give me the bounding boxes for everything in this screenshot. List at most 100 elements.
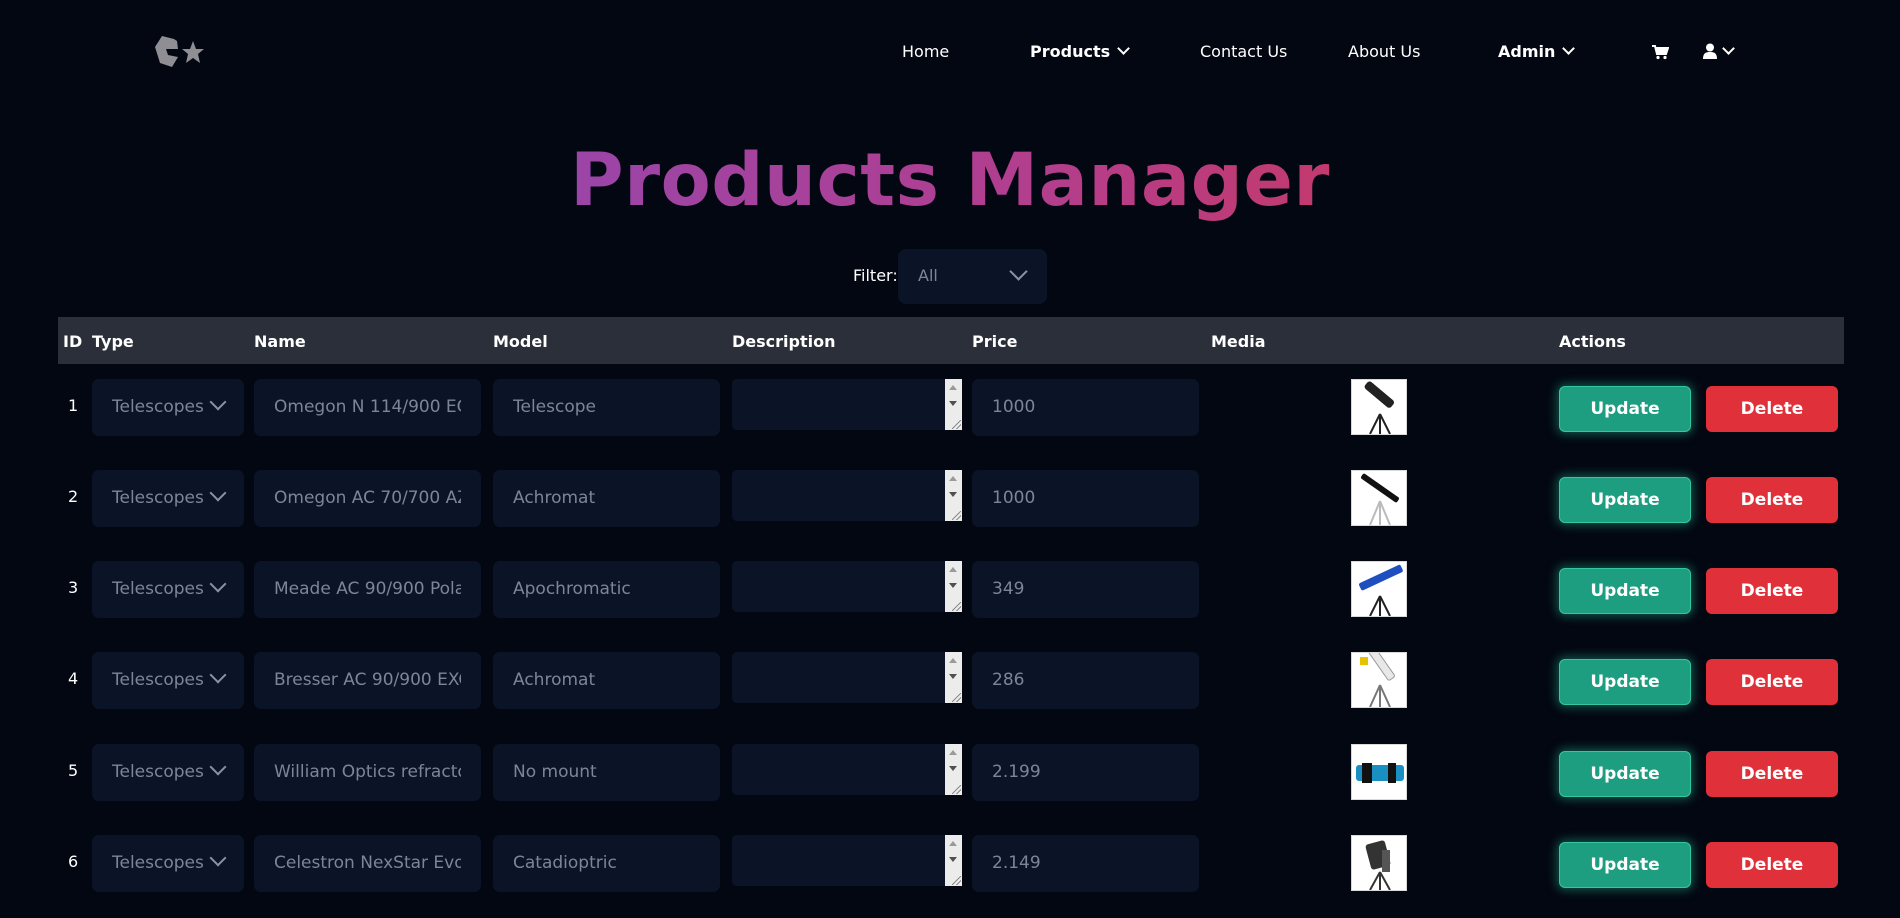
scroll-down-icon[interactable]: [949, 674, 957, 679]
site-header: Home Products Contact Us About Us Admin: [0, 0, 1900, 105]
cart-icon: [1652, 45, 1669, 60]
description-scrollbar[interactable]: [945, 652, 962, 703]
chevron-down-icon: [1117, 42, 1130, 55]
nav-products[interactable]: Products: [1030, 42, 1130, 61]
nav-about-us[interactable]: About Us: [1348, 42, 1420, 61]
type-value: Telescopes: [112, 853, 204, 873]
logo[interactable]: [152, 33, 206, 69]
update-button[interactable]: Update: [1559, 751, 1691, 797]
description-textarea[interactable]: [732, 561, 962, 612]
name-input[interactable]: Bresser AC 90/900 EXOS: [254, 652, 481, 709]
description-scrollbar[interactable]: [945, 561, 962, 612]
name-input[interactable]: William Optics refractor: [254, 744, 481, 801]
nav-contact-us[interactable]: Contact Us: [1200, 42, 1287, 61]
type-value: Telescopes: [112, 670, 204, 690]
price-input[interactable]: 349: [972, 561, 1199, 618]
scroll-up-icon[interactable]: [949, 385, 957, 390]
price-input[interactable]: 2.149: [972, 835, 1199, 892]
scroll-up-icon[interactable]: [949, 750, 957, 755]
scroll-down-icon[interactable]: [949, 766, 957, 771]
type-select[interactable]: Telescopes: [92, 652, 244, 709]
name-input[interactable]: Omegon AC 70/700 AZ-2: [254, 470, 481, 527]
price-input[interactable]: 1000: [972, 470, 1199, 527]
type-select[interactable]: Telescopes: [92, 470, 244, 527]
update-button[interactable]: Update: [1559, 568, 1691, 614]
type-select[interactable]: Telescopes: [92, 744, 244, 801]
description-scrollbar[interactable]: [945, 379, 962, 430]
scroll-down-icon[interactable]: [949, 492, 957, 497]
name-value: Omegon N 114/900 EQ-1: [274, 397, 461, 417]
row-id: 5: [68, 761, 79, 780]
price-input[interactable]: 286: [972, 652, 1199, 709]
delete-button[interactable]: Delete: [1706, 386, 1838, 432]
description-scrollbar[interactable]: [945, 470, 962, 521]
description-scrollbar[interactable]: [945, 744, 962, 795]
user-icon: [1703, 43, 1717, 59]
user-menu-button[interactable]: [1703, 41, 1735, 59]
scroll-up-icon[interactable]: [949, 841, 957, 846]
price-input[interactable]: 2.199: [972, 744, 1199, 801]
table-row: 3 Telescopes Meade AC 90/900 Polaris Apo…: [58, 545, 1844, 636]
delete-button[interactable]: Delete: [1706, 568, 1838, 614]
scroll-up-icon[interactable]: [949, 476, 957, 481]
nav-admin[interactable]: Admin: [1498, 42, 1576, 61]
resize-handle-icon[interactable]: [952, 511, 961, 520]
model-input[interactable]: Telescope: [493, 379, 720, 436]
cart-button[interactable]: [1651, 44, 1669, 60]
name-value: William Optics refractor: [274, 762, 461, 782]
model-input[interactable]: Apochromatic: [493, 561, 720, 618]
resize-handle-icon[interactable]: [952, 785, 961, 794]
model-input[interactable]: Catadioptric: [493, 835, 720, 892]
page-title-text: Products Manager: [570, 138, 1330, 223]
nav-home[interactable]: Home: [902, 42, 949, 61]
type-select[interactable]: Telescopes: [92, 379, 244, 436]
name-input[interactable]: Celestron NexStar Evolution: [254, 835, 481, 892]
type-select[interactable]: Telescopes: [92, 835, 244, 892]
name-input[interactable]: Omegon N 114/900 EQ-1: [254, 379, 481, 436]
product-image: [1351, 561, 1407, 617]
model-input[interactable]: No mount: [493, 744, 720, 801]
column-header-actions: Actions: [1559, 332, 1626, 351]
resize-handle-icon[interactable]: [952, 693, 961, 702]
table-row: 2 Telescopes Omegon AC 70/700 AZ-2 Achro…: [58, 454, 1844, 545]
description-scrollbar[interactable]: [945, 835, 962, 886]
scroll-up-icon[interactable]: [949, 658, 957, 663]
delete-button[interactable]: Delete: [1706, 477, 1838, 523]
update-button[interactable]: Update: [1559, 659, 1691, 705]
row-id: 6: [68, 852, 79, 871]
nav-products-label: Products: [1030, 42, 1111, 61]
table-row: 4 Telescopes Bresser AC 90/900 EXOS Achr…: [58, 636, 1844, 727]
resize-handle-icon[interactable]: [952, 602, 961, 611]
resize-handle-icon[interactable]: [952, 876, 961, 885]
row-id: 2: [68, 487, 79, 506]
column-header-media: Media: [1211, 332, 1266, 351]
resize-handle-icon[interactable]: [952, 420, 961, 429]
filter-select[interactable]: All: [898, 249, 1047, 304]
update-button[interactable]: Update: [1559, 842, 1691, 888]
description-textarea[interactable]: [732, 379, 962, 430]
delete-button[interactable]: Delete: [1706, 842, 1838, 888]
product-image: [1351, 744, 1407, 800]
filter-value: All: [918, 266, 938, 285]
delete-button[interactable]: Delete: [1706, 751, 1838, 797]
scroll-down-icon[interactable]: [949, 583, 957, 588]
type-select[interactable]: Telescopes: [92, 561, 244, 618]
model-input[interactable]: Achromat: [493, 652, 720, 709]
price-value: 2.149: [992, 853, 1041, 873]
name-input[interactable]: Meade AC 90/900 Polaris: [254, 561, 481, 618]
delete-button[interactable]: Delete: [1706, 659, 1838, 705]
description-textarea[interactable]: [732, 652, 962, 703]
type-value: Telescopes: [112, 488, 204, 508]
description-textarea[interactable]: [732, 744, 962, 795]
model-input[interactable]: Achromat: [493, 470, 720, 527]
table-header: ID Type Name Model Description Price Med…: [58, 317, 1844, 364]
description-textarea[interactable]: [732, 470, 962, 521]
update-button[interactable]: Update: [1559, 477, 1691, 523]
price-input[interactable]: 1000: [972, 379, 1199, 436]
scroll-down-icon[interactable]: [949, 401, 957, 406]
scroll-down-icon[interactable]: [949, 857, 957, 862]
model-value: Catadioptric: [513, 853, 617, 873]
description-textarea[interactable]: [732, 835, 962, 886]
scroll-up-icon[interactable]: [949, 567, 957, 572]
update-button[interactable]: Update: [1559, 386, 1691, 432]
